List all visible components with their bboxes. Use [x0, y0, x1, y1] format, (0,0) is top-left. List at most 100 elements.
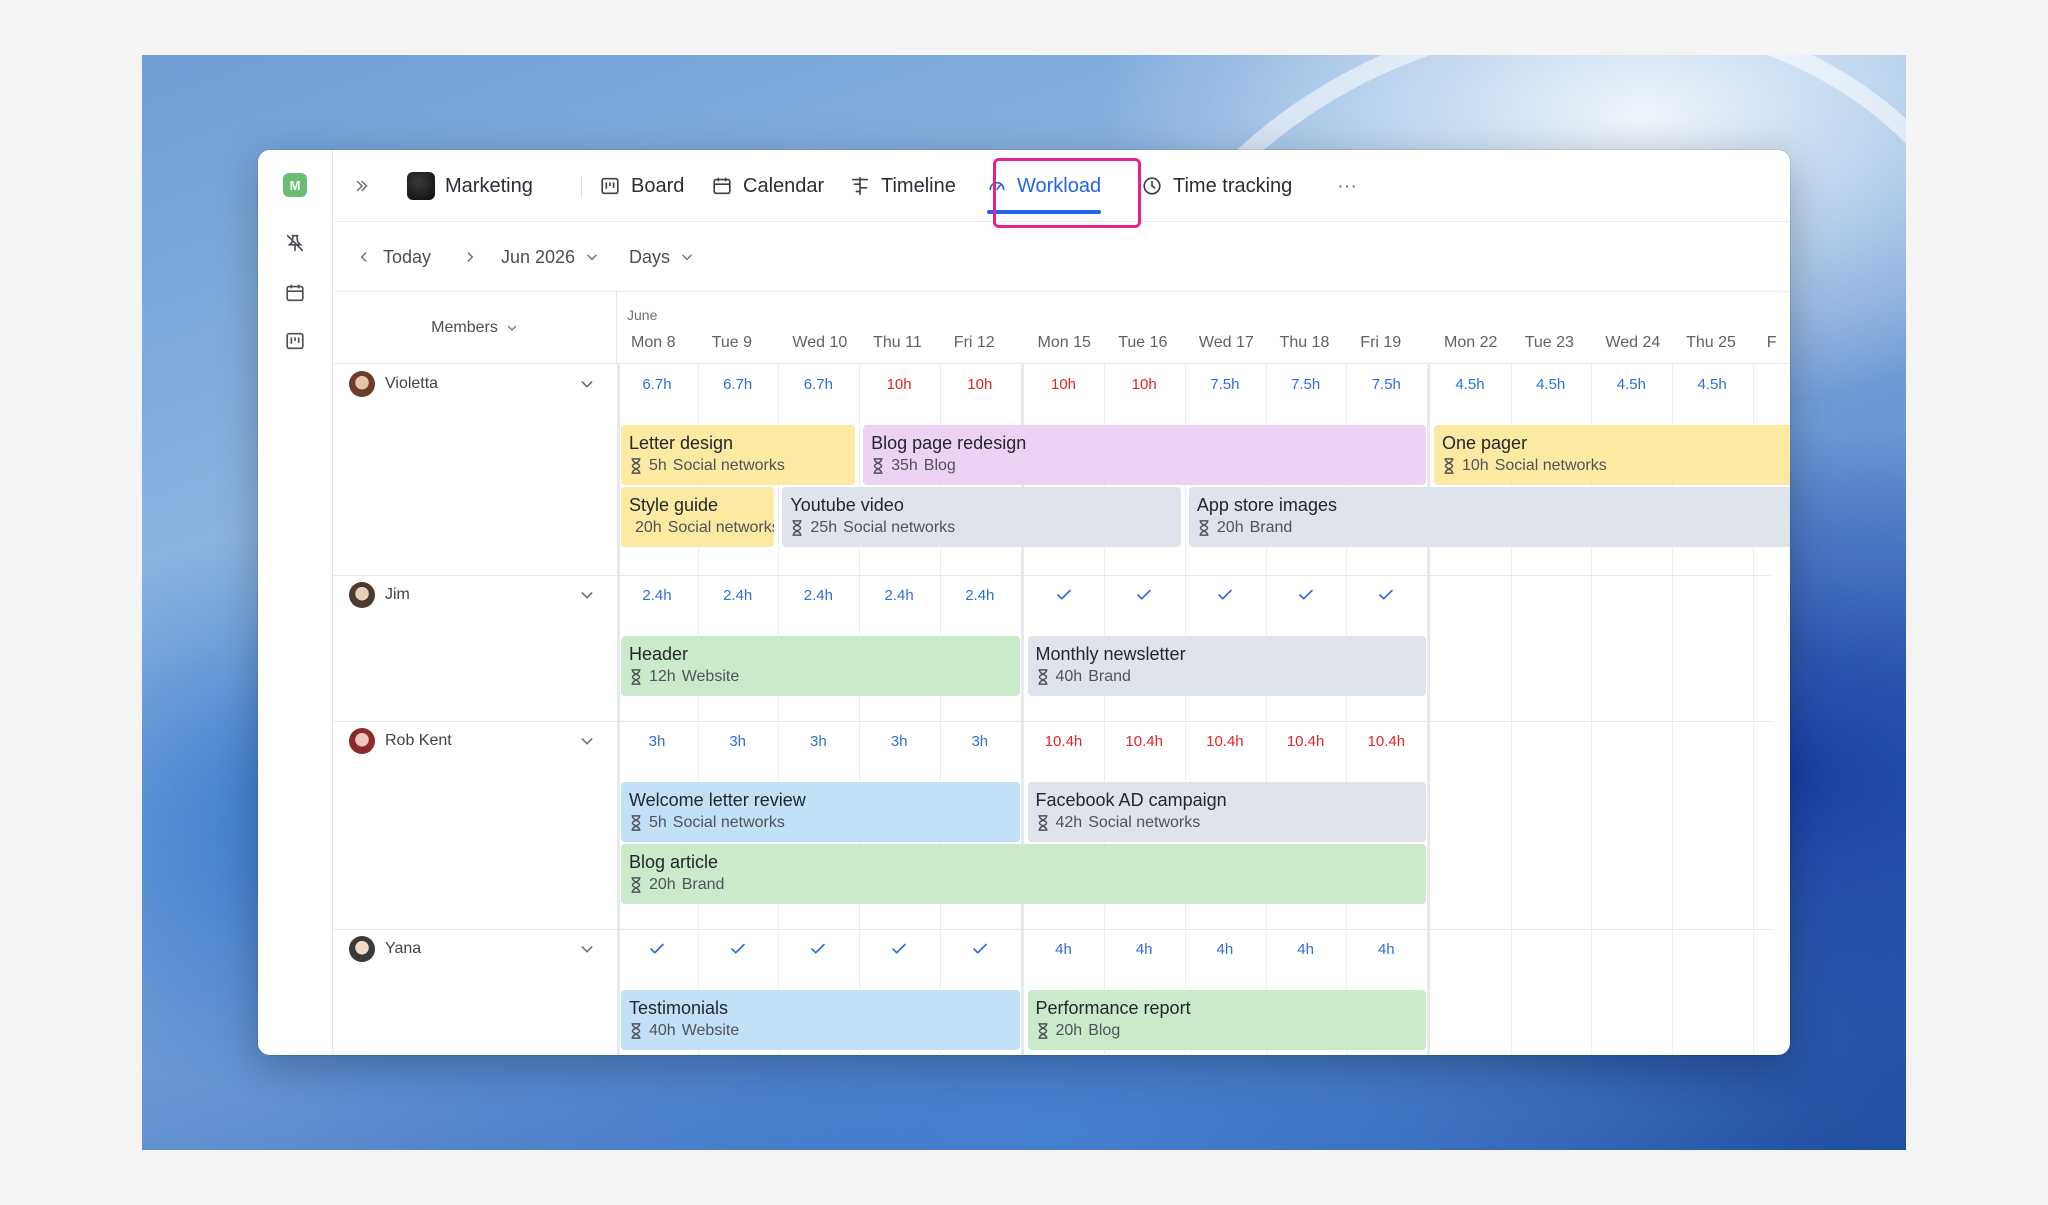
today-button[interactable]: Today — [383, 222, 431, 292]
task-name: Welcome letter review — [629, 790, 806, 810]
check-icon — [617, 935, 697, 963]
chevron-down-icon[interactable] — [579, 376, 595, 392]
day-column-header: Fri 19 — [1360, 334, 1402, 351]
daily-hours: 6.7h — [723, 375, 753, 393]
task-project: Social networks — [1088, 814, 1201, 831]
task-hours: 42h — [1055, 814, 1083, 831]
task-card[interactable]: One pager 10h Social networks — [1434, 425, 1790, 485]
task-card[interactable]: Letter design 5h Social networks — [621, 425, 856, 485]
task-meta: 20h Brand — [629, 874, 1418, 896]
task-hours: 20h — [1055, 1022, 1083, 1039]
task-name: Testimonials — [629, 998, 729, 1018]
task-card[interactable]: Blog page redesign 35h Blog — [863, 425, 1426, 485]
check-icon — [1024, 581, 1104, 609]
task-card[interactable]: Monthly newsletter 40h Brand — [1027, 636, 1426, 696]
day-column-header: Wed 17 — [1198, 334, 1254, 351]
daily-hours: 10.4h — [1125, 732, 1163, 750]
calendar-icon[interactable] — [282, 280, 308, 306]
daily-hours: 2.4h — [723, 586, 753, 604]
member-row-header[interactable]: Yana — [333, 929, 617, 969]
daily-hours: 3h — [810, 732, 827, 750]
task-name: Facebook AD campaign — [1035, 790, 1227, 810]
task-project: Social networks — [843, 519, 956, 536]
task-hours: 20h — [649, 876, 676, 893]
daily-hours: 4h — [1216, 940, 1234, 958]
task-meta: 40h Brand — [1036, 666, 1419, 688]
tab-calendar[interactable]: Calendar — [711, 150, 824, 222]
more-tabs-button[interactable]: ··· — [1337, 150, 1357, 222]
task-card[interactable]: Testimonials 40h Website — [621, 990, 1020, 1050]
daily-hours: 7.5h — [1210, 375, 1240, 393]
chevron-down-icon[interactable] — [579, 941, 595, 957]
board-icon[interactable] — [282, 328, 308, 354]
day-column-header: Mon 22 — [1444, 334, 1498, 351]
members-filter[interactable]: Members — [333, 292, 617, 364]
day-column-header: Tue 23 — [1524, 334, 1574, 351]
task-hours: 20h — [1216, 519, 1244, 536]
hourglass-icon — [1038, 815, 1047, 831]
workload-grid: Members June Mon 8 Tue 9 Wed 10 Thu 11 Fri 1… — [333, 292, 1790, 1055]
task-hours: 25h — [810, 519, 838, 536]
pin-off-icon[interactable] — [282, 230, 308, 256]
tab-time-tracking[interactable]: Time tracking — [1141, 150, 1292, 222]
period-selector[interactable]: Jun 2026 — [501, 222, 599, 292]
task-name: Style guide — [629, 495, 719, 515]
task-card[interactable]: Blog article 20h Brand — [621, 844, 1426, 904]
day-column-header: F — [1766, 334, 1777, 351]
task-name: App store images — [1196, 495, 1337, 515]
day-column-header: Thu 11 — [873, 334, 922, 351]
daily-hours: 4.5h — [1616, 375, 1646, 393]
hourglass-icon — [1038, 1023, 1047, 1039]
task-name: Youtube video — [790, 495, 904, 515]
hourglass-icon — [631, 669, 641, 685]
task-card[interactable]: Youtube video 25h Social networks — [782, 487, 1181, 547]
daily-hours: 3h — [648, 732, 666, 750]
task-project: Brand — [1249, 519, 1293, 536]
daily-hours: 7.5h — [1371, 375, 1401, 393]
check-icon — [698, 935, 778, 963]
hourglass-icon — [1444, 458, 1454, 474]
task-hours: 12h — [649, 668, 676, 685]
next-period-button[interactable] — [463, 222, 477, 292]
avatar — [349, 371, 375, 397]
task-card[interactable]: Style guide 20h Social networks — [621, 487, 775, 547]
task-card[interactable]: Facebook AD campaign 42h Social networks — [1027, 782, 1426, 842]
timeline-tab-icon — [851, 176, 869, 196]
prev-period-button[interactable] — [357, 222, 371, 292]
period-label: Jun 2026 — [501, 246, 576, 267]
task-card[interactable]: App store images 20h Brand — [1188, 487, 1790, 547]
hourglass-icon — [1199, 520, 1209, 536]
task-card[interactable]: Header 12h Website — [621, 636, 1020, 696]
scale-selector[interactable]: Days — [629, 222, 694, 292]
task-project: Social networks — [1494, 457, 1607, 474]
task-hours: 35h — [891, 457, 918, 474]
member-row-header[interactable]: Rob Kent — [333, 721, 617, 761]
chevron-down-icon — [507, 325, 516, 331]
divider — [581, 176, 582, 198]
day-column-header: Tue 9 — [711, 334, 753, 351]
task-card[interactable]: Performance report 20h Blog — [1027, 990, 1426, 1050]
chevron-down-icon — [682, 254, 692, 261]
task-project: Blog — [923, 457, 956, 474]
member-row-header[interactable]: Violetta — [333, 364, 617, 404]
task-meta: 5h Social networks — [629, 812, 1012, 834]
chevron-down-icon[interactable] — [579, 733, 595, 749]
task-hours: 5h — [649, 814, 667, 831]
hourglass-icon — [631, 815, 641, 831]
tab-board[interactable]: Board — [599, 150, 684, 222]
project-selector[interactable]: Marketing — [407, 150, 533, 222]
task-card[interactable]: Welcome letter review 5h Social networks — [621, 782, 1020, 842]
workspace-badge[interactable]: M — [283, 173, 307, 197]
member-name: Yana — [385, 940, 422, 957]
check-icon — [940, 935, 1020, 963]
chevron-down-icon[interactable] — [579, 587, 595, 603]
member-row-header[interactable]: Jim — [333, 575, 617, 615]
task-name: Header — [629, 644, 689, 664]
hourglass-icon — [631, 458, 641, 474]
task-meta: 35h Blog — [871, 455, 1418, 477]
tab-timeline[interactable]: Timeline — [849, 150, 956, 222]
daily-hours: 3h — [971, 732, 989, 750]
expand-sidebar-icon[interactable] — [353, 150, 371, 222]
daily-hours: 2.4h — [803, 586, 833, 604]
task-hours: 10h — [1462, 457, 1489, 474]
